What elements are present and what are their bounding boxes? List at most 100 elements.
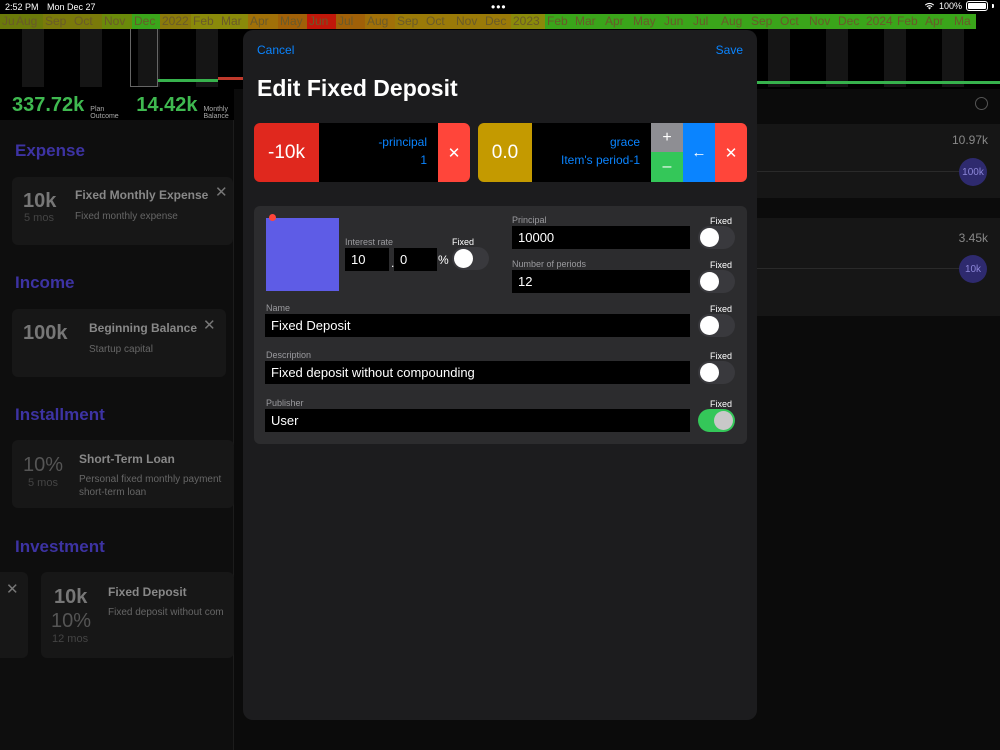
timeline-month[interactable]: Jul xyxy=(0,14,17,29)
color-swatch[interactable] xyxy=(266,218,339,291)
description-input[interactable] xyxy=(265,361,690,384)
timeline-month[interactable]: Apr xyxy=(923,14,952,29)
publisher-input[interactable] xyxy=(265,409,690,432)
timeline-month[interactable]: Apr xyxy=(603,14,631,29)
remove-payment-button[interactable]: ✕ xyxy=(715,123,747,182)
grace-amount: 0.0 xyxy=(478,123,532,182)
timeline-month[interactable]: Nov xyxy=(807,14,836,29)
section-title-income: Income xyxy=(15,273,75,292)
timeline-month[interactable]: Jun xyxy=(662,14,691,29)
detail-row[interactable]: 3.45k 10k xyxy=(757,218,1000,316)
multitasking-dots-icon[interactable]: ••• xyxy=(491,0,507,14)
timeline-month[interactable]: May xyxy=(631,14,662,29)
status-bar: 2:52 PM Mon Dec 27 ••• 100% xyxy=(0,0,1000,14)
save-button[interactable]: Save xyxy=(716,43,743,57)
installment-card[interactable]: 10% 5 mos Short-Term Loan Personal fixed… xyxy=(12,440,234,508)
timeline-month[interactable]: Dec xyxy=(132,14,160,29)
section-title-expense: Expense xyxy=(15,141,85,160)
principal-period: 1 xyxy=(420,153,427,167)
timeline-month[interactable]: Nov xyxy=(454,14,483,29)
deposit-form: Interest rate . % Fixed Principal Fixed … xyxy=(254,206,747,444)
timeline-month[interactable]: Feb xyxy=(191,14,219,29)
principal-label: Principal xyxy=(512,215,547,225)
timeline-month[interactable]: Ma xyxy=(952,14,976,29)
timeline-month[interactable]: Aug xyxy=(14,14,43,29)
timeline-month[interactable]: Aug xyxy=(365,14,395,29)
timeline-month[interactable]: Oct xyxy=(72,14,102,29)
grace-period: Item's period-1 xyxy=(561,153,640,167)
timeline-month[interactable]: Jun xyxy=(307,14,336,29)
periods-input[interactable] xyxy=(512,270,690,293)
plan-outcome-label: Plan Outcome xyxy=(90,106,119,120)
grace-payment-row[interactable]: 0.0 grace Item's period-1 + – ← ✕ xyxy=(478,123,747,182)
principal-payment-row[interactable]: -10k -principal 1 ✕ xyxy=(254,123,470,182)
timeline-month[interactable]: Sep xyxy=(395,14,424,29)
section-title-installment: Installment xyxy=(15,405,105,424)
close-icon[interactable]: ✕ xyxy=(6,580,19,598)
close-icon[interactable]: ✕ xyxy=(215,183,228,201)
timeline-month[interactable]: Feb xyxy=(895,14,923,29)
principal-input[interactable] xyxy=(512,226,690,249)
page-title: Edit Fixed Deposit xyxy=(257,75,458,101)
amount-bubble: 100k xyxy=(959,158,987,186)
plan-outcome-value: 337.72k xyxy=(12,94,85,116)
timeline-month[interactable]: Aug xyxy=(719,14,749,29)
detail-row[interactable]: 10.97k 100k xyxy=(757,124,1000,198)
timeline-month[interactable]: 2023 xyxy=(511,14,545,29)
timeline-month[interactable]: Dec xyxy=(836,14,864,29)
timeline-month[interactable]: Dec xyxy=(483,14,511,29)
battery-icon xyxy=(966,1,988,11)
interest-rate-whole-input[interactable] xyxy=(345,248,389,271)
principal-amount: -10k xyxy=(254,123,319,182)
description-fixed-toggle[interactable] xyxy=(698,361,735,384)
close-icon[interactable]: ✕ xyxy=(203,316,216,334)
principal-fixed-toggle[interactable] xyxy=(698,226,735,249)
timeline-month[interactable]: May xyxy=(278,14,307,29)
timeline-month[interactable]: 2024 xyxy=(864,14,895,29)
timeline-month[interactable]: Sep xyxy=(43,14,72,29)
timeline-month[interactable]: Oct xyxy=(424,14,454,29)
monthly-balance-value: 14.42k xyxy=(136,94,198,116)
principal-formula: -principal xyxy=(378,135,427,149)
status-time: 2:52 PM xyxy=(5,2,39,12)
timeline-month[interactable]: Jul xyxy=(691,14,719,29)
decrement-button[interactable]: – xyxy=(651,152,683,182)
cancel-button[interactable]: Cancel xyxy=(257,43,294,57)
amount-bubble: 10k xyxy=(959,255,987,283)
expense-card[interactable]: 10k 5 mos Fixed Monthly Expense Fixed mo… xyxy=(12,177,233,245)
plan-summary: 337.72k Plan Outcome 14.42k Monthly Bala… xyxy=(12,94,239,120)
timeline-month[interactable]: Mar xyxy=(573,14,603,29)
section-title-investment: Investment xyxy=(15,537,105,556)
remove-payment-button[interactable]: ✕ xyxy=(438,123,470,182)
investment-card[interactable]: 10k 10% 12 mos Fixed Deposit Fixed depos… xyxy=(41,572,234,658)
increment-button[interactable]: + xyxy=(651,123,683,152)
interest-fixed-toggle[interactable] xyxy=(452,247,489,270)
timeline-month[interactable]: Sep xyxy=(749,14,778,29)
timeline-month[interactable]: Apr xyxy=(248,14,278,29)
periods-label: Number of periods xyxy=(512,259,587,269)
timeline-month[interactable]: Oct xyxy=(778,14,807,29)
swipe-delete-action[interactable]: ✕ xyxy=(0,572,28,658)
indicator-dot xyxy=(269,214,276,221)
description-label: Description xyxy=(266,350,312,360)
publisher-fixed-toggle[interactable] xyxy=(698,409,735,432)
timeline-month[interactable]: Nov xyxy=(102,14,132,29)
publisher-label: Publisher xyxy=(266,398,304,408)
status-date: Mon Dec 27 xyxy=(47,2,96,12)
income-card[interactable]: 100k Beginning Balance Startup capital ✕ xyxy=(12,309,226,377)
edit-fixed-deposit-sheet: Cancel Save Edit Fixed Deposit -10k -pri… xyxy=(243,30,757,720)
interest-rate-decimal-input[interactable] xyxy=(394,248,437,271)
timeline-month[interactable]: Feb xyxy=(545,14,573,29)
more-options-icon[interactable] xyxy=(975,97,988,110)
wifi-icon xyxy=(924,2,935,10)
name-fixed-toggle[interactable] xyxy=(698,314,735,337)
periods-fixed-toggle[interactable] xyxy=(698,270,735,293)
arrow-left-icon[interactable]: ← xyxy=(683,123,715,182)
percent-sign: % xyxy=(438,253,449,267)
timeline-month[interactable]: Jul xyxy=(336,14,365,29)
timeline-month[interactable]: Mar xyxy=(219,14,248,29)
grace-formula: grace xyxy=(609,135,640,149)
month-timeline[interactable]: Jul Aug Sep Oct Nov Dec 2022 Feb Mar Apr May Jun Jul… xyxy=(0,14,1000,29)
timeline-month[interactable]: 2022 xyxy=(160,14,191,29)
name-input[interactable] xyxy=(265,314,690,337)
